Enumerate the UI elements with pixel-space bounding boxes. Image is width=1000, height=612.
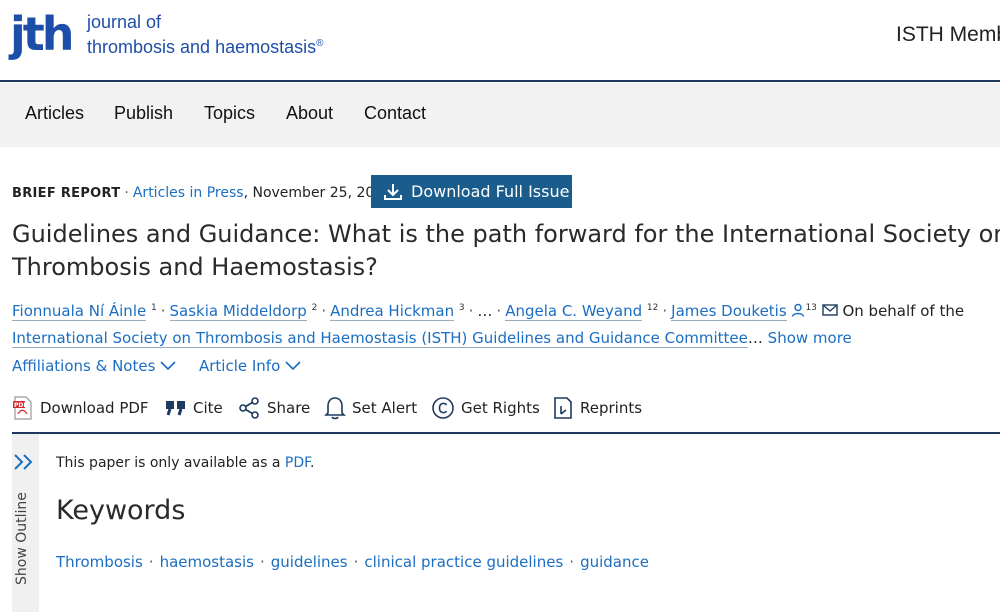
set-alert-label: Set Alert <box>352 399 418 417</box>
pdf-availability-note: This paper is only available as a PDF. <box>56 455 314 471</box>
author-separator: · <box>321 302 327 320</box>
author-link[interactable]: James Douketis <box>671 302 787 321</box>
author-link[interactable]: Andrea Hickman <box>330 302 455 321</box>
journal-name-line2: thrombosis and haemostasis <box>87 37 317 57</box>
share-label: Share <box>267 399 311 417</box>
info-links: Affiliations & Notes Article Info <box>12 357 319 375</box>
nav-articles[interactable]: Articles <box>25 103 84 124</box>
keyword-link[interactable]: guidelines <box>271 553 348 571</box>
author-trail-ellipsis: … <box>747 329 763 347</box>
author-ellipsis: … <box>477 302 493 320</box>
pdf-note-suffix: . <box>309 455 315 471</box>
main-nav: Articles Publish Topics About Contact <box>0 83 1000 147</box>
copyright-icon <box>432 397 454 419</box>
keyword-separator: · <box>148 553 154 571</box>
nav-publish[interactable]: Publish <box>114 103 173 124</box>
committee-link[interactable]: International Society on Thrombosis and … <box>12 329 748 348</box>
affiliation-ref: 3 <box>458 303 465 313</box>
download-icon <box>384 183 402 200</box>
keyword-link[interactable]: haemostasis <box>160 553 254 571</box>
download-pdf-button[interactable]: PDF Download PDF <box>12 394 149 422</box>
author-separator: · <box>662 302 668 320</box>
article-info-toggle[interactable]: Article Info <box>199 357 301 375</box>
isth-member-link[interactable]: ISTH Memb <box>896 23 1000 47</box>
quote-icon <box>166 401 185 416</box>
journal-name[interactable]: journal of thrombosis and haemostasis® <box>87 12 324 58</box>
journal-logo[interactable]: jth <box>10 6 74 62</box>
site-header: jth journal of thrombosis and haemostasi… <box>0 0 1000 82</box>
chevron-down-icon <box>160 361 176 371</box>
meta-separator: · <box>124 185 129 201</box>
show-more-link[interactable]: Show more <box>768 329 852 347</box>
author-separator: · <box>468 302 474 320</box>
author-separator: · <box>496 302 502 320</box>
keywords-heading: Keywords <box>56 495 186 526</box>
collection-link[interactable]: Articles in Press <box>133 185 244 201</box>
article-meta: BRIEF REPORT · Articles in Press, November… <box>12 185 392 201</box>
keyword-separator: · <box>569 553 575 571</box>
nav-topics[interactable]: Topics <box>204 103 255 124</box>
affiliation-ref: 13 <box>805 303 817 313</box>
logo-mark-text: jth <box>10 7 74 61</box>
reprints-button[interactable]: Reprints <box>552 394 642 422</box>
email-icon[interactable] <box>821 304 838 316</box>
reprint-icon <box>554 397 572 419</box>
pdf-note-prefix: This paper is only available as a <box>56 455 285 471</box>
nav-contact[interactable]: Contact <box>364 103 426 124</box>
author-separator: · <box>160 302 166 320</box>
keyword-link[interactable]: Thrombosis <box>56 553 143 571</box>
keyword-separator: · <box>259 553 265 571</box>
article-title: Guidelines and Guidance: What is the pat… <box>12 218 1000 284</box>
pdf-file-icon: PDF <box>13 396 32 420</box>
cite-label: Cite <box>193 399 223 417</box>
publication-date: , November 25, 2024 <box>243 185 393 201</box>
get-rights-button[interactable]: Get Rights <box>431 394 540 422</box>
affiliations-label: Affiliations & Notes <box>12 357 156 375</box>
keyword-list: Thrombosis · haemostasis · guidelines · clinic… <box>56 553 649 571</box>
behalf-text: On behalf of the <box>842 302 965 320</box>
chevron-down-icon <box>285 361 301 371</box>
bell-icon <box>324 397 346 420</box>
journal-name-line1: journal of <box>87 12 162 32</box>
double-chevron-right-icon[interactable] <box>13 453 35 471</box>
affiliation-ref: 1 <box>151 303 157 313</box>
share-button[interactable]: Share <box>237 394 310 422</box>
person-icon <box>792 303 805 317</box>
registered-mark: ® <box>316 38 324 49</box>
svg-text:PDF: PDF <box>14 402 27 409</box>
set-alert-button[interactable]: Set Alert <box>324 394 417 422</box>
keyword-link[interactable]: clinical practice guidelines <box>364 553 563 571</box>
author-link[interactable]: Angela C. Weyand <box>505 302 643 321</box>
affiliations-toggle[interactable]: Affiliations & Notes <box>12 357 176 375</box>
section-divider <box>12 432 1000 434</box>
download-full-issue-label: Download Full Issue <box>411 182 570 201</box>
cite-button[interactable]: Cite <box>165 394 223 422</box>
pdf-link[interactable]: PDF <box>285 455 310 471</box>
download-pdf-label: Download PDF <box>40 399 149 417</box>
article-title-line2: Thrombosis and Haemostasis? <box>12 253 378 281</box>
keyword-separator: · <box>353 553 359 571</box>
article-title-line1: Guidelines and Guidance: What is the pat… <box>12 220 1000 248</box>
share-icon <box>239 397 259 419</box>
get-rights-label: Get Rights <box>461 399 540 417</box>
author-link[interactable]: Fionnuala Ní Áinle <box>12 302 147 321</box>
affiliation-ref: 12 <box>646 303 659 313</box>
article-type: BRIEF REPORT <box>12 186 121 201</box>
reprints-label: Reprints <box>580 399 643 417</box>
author-link[interactable]: Saskia Middeldorp <box>169 302 307 321</box>
author-list: Fionnuala Ní Áinle 1 · Saskia Middeldorp 2… <box>12 295 1000 352</box>
nav-about[interactable]: About <box>286 103 333 124</box>
show-outline-label[interactable]: Show Outline <box>14 492 30 585</box>
article-info-label: Article Info <box>198 357 281 375</box>
download-full-issue-button[interactable]: Download Full Issue <box>371 175 572 208</box>
keyword-link[interactable]: guidance <box>580 553 649 571</box>
affiliation-ref: 2 <box>311 303 318 313</box>
